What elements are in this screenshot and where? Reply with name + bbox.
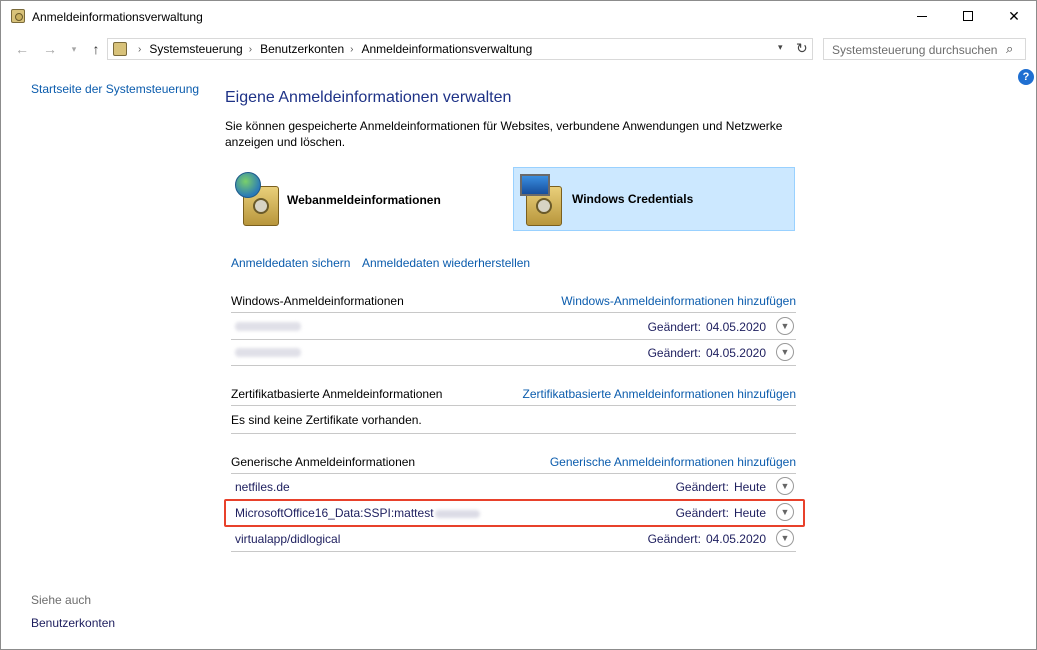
web-credentials-label: Webanmeldeinformationen xyxy=(287,193,441,207)
credential-row[interactable]: virtualapp/didlogical Geändert: 04.05.202… xyxy=(231,526,796,551)
breadcrumb-anmeldeinformationsverwaltung[interactable]: Anmeldeinformationsverwaltung xyxy=(361,42,532,56)
chevron-down-icon: ▾ xyxy=(71,43,77,54)
modified-label: Geändert: xyxy=(647,346,701,360)
user-accounts-link[interactable]: Benutzerkonten xyxy=(31,616,115,630)
chevron-down-icon[interactable]: ▼ xyxy=(776,477,794,495)
address-bar[interactable]: › Systemsteuerung › Benutzerkonten › Anm… xyxy=(107,38,813,60)
chevron-right-icon[interactable]: › xyxy=(249,44,252,55)
search-placeholder: Systemsteuerung durchsuchen xyxy=(832,43,998,57)
add-generic-credential-link[interactable]: Generische Anmeldeinformationen hinzufüg… xyxy=(550,455,796,469)
breadcrumb-systemsteuerung[interactable]: Systemsteuerung xyxy=(149,42,242,56)
minimize-icon xyxy=(917,15,927,17)
credential-name: netfiles.de xyxy=(235,480,290,494)
certificate-credentials-section: Zertifikatbasierte Anmeldeinformationen … xyxy=(231,383,797,434)
credential-row[interactable]: Geändert: 04.05.2020 ▼ xyxy=(231,314,796,339)
chevron-down-icon[interactable]: ▼ xyxy=(776,343,794,361)
modified-value: 04.05.2020 xyxy=(705,532,766,546)
back-button[interactable]: ← xyxy=(13,40,31,58)
credential-row[interactable]: MicrosoftOffice16_Data:SSPI:mattest Geän… xyxy=(231,500,796,525)
close-button[interactable]: ✕ xyxy=(991,1,1037,31)
backup-credentials-link[interactable]: Anmeldedaten sichern xyxy=(231,256,350,270)
modified-label: Geändert: xyxy=(675,506,729,520)
modified-value: Heute xyxy=(733,480,766,494)
chevron-right-icon[interactable]: › xyxy=(138,44,141,55)
credential-manager-icon xyxy=(11,9,25,23)
no-certificates-text: Es sind keine Zertifikate vorhanden. xyxy=(231,413,422,427)
title-bar: Anmeldeinformationsverwaltung ✕ xyxy=(1,1,1036,32)
refresh-icon[interactable]: ↻ xyxy=(796,40,808,57)
windows-credentials-tile[interactable]: Windows Credentials xyxy=(513,167,795,231)
add-certificate-credential-link[interactable]: Zertifikatbasierte Anmeldeinformationen … xyxy=(523,387,797,401)
search-input[interactable]: Systemsteuerung durchsuchen ⌕ xyxy=(823,38,1026,60)
modified-value: 04.05.2020 xyxy=(705,320,766,334)
left-pane: Startseite der Systemsteuerung Siehe auc… xyxy=(1,66,206,650)
address-dropdown-icon[interactable]: ▾ xyxy=(778,42,783,53)
search-icon[interactable]: ⌕ xyxy=(1006,41,1013,57)
breadcrumb: › Systemsteuerung › Benutzerkonten › Anm… xyxy=(132,42,532,56)
restore-credentials-link[interactable]: Anmeldedaten wiederherstellen xyxy=(362,256,530,270)
section-title: Windows-Anmeldeinformationen xyxy=(231,294,404,308)
windows-credentials-section: Windows-Anmeldeinformationen Windows-Anm… xyxy=(231,290,796,366)
windows-credentials-label: Windows Credentials xyxy=(572,192,694,206)
modified-label: Geändert: xyxy=(675,480,729,494)
web-credentials-tile[interactable]: Webanmeldeinformationen xyxy=(231,168,491,230)
help-icon[interactable]: ? xyxy=(1018,69,1034,85)
modified-label: Geändert: xyxy=(647,532,701,546)
chevron-down-icon[interactable]: ▼ xyxy=(776,503,794,521)
navigation-bar: ← → ▾ ↑ › Systemsteuerung › Benutzerkont… xyxy=(1,32,1036,66)
credential-row[interactable]: netfiles.de Geändert: Heute ▼ xyxy=(231,474,796,499)
page-title: Eigene Anmeldeinformationen verwalten xyxy=(225,89,512,106)
maximize-icon xyxy=(963,11,973,21)
maximize-button[interactable] xyxy=(945,1,991,31)
arrow-up-icon: ↑ xyxy=(92,41,100,57)
generic-credentials-section: Generische Anmeldeinformationen Generisc… xyxy=(231,451,796,552)
redacted-credential-name xyxy=(235,322,301,331)
breadcrumb-benutzerkonten[interactable]: Benutzerkonten xyxy=(260,42,344,56)
globe-icon xyxy=(235,172,261,198)
control-panel-home-link[interactable]: Startseite der Systemsteuerung xyxy=(31,82,199,96)
window-title: Anmeldeinformationsverwaltung xyxy=(32,10,203,24)
page-description: Sie können gespeicherte Anmeldeinformati… xyxy=(225,119,783,149)
arrow-right-icon: → xyxy=(43,41,57,57)
modified-value: 04.05.2020 xyxy=(705,346,766,360)
recent-locations-button[interactable]: ▾ xyxy=(65,40,83,58)
arrow-left-icon: ← xyxy=(15,41,29,57)
section-title: Generische Anmeldeinformationen xyxy=(231,455,416,469)
forward-button[interactable]: → xyxy=(41,40,59,58)
modified-label: Geändert: xyxy=(647,320,701,334)
credential-row[interactable]: Geändert: 04.05.2020 ▼ xyxy=(231,340,796,365)
chevron-right-icon[interactable]: › xyxy=(350,44,353,55)
monitor-icon xyxy=(520,174,550,196)
modified-value: Heute xyxy=(733,506,766,520)
section-title: Zertifikatbasierte Anmeldeinformationen xyxy=(231,387,443,401)
credential-manager-window: Anmeldeinformationsverwaltung ✕ ← → ▾ ↑ … xyxy=(0,0,1037,650)
redacted-credential-name xyxy=(235,348,301,357)
redacted-suffix xyxy=(434,509,480,518)
credential-name: virtualapp/didlogical xyxy=(235,532,341,546)
see-also-label: Siehe auch xyxy=(31,593,92,607)
add-windows-credential-link[interactable]: Windows-Anmeldeinformationen hinzufügen xyxy=(561,294,796,308)
close-icon: ✕ xyxy=(1008,7,1020,24)
credential-name: MicrosoftOffice16_Data:SSPI:mattest xyxy=(235,506,434,520)
up-button[interactable]: ↑ xyxy=(87,40,105,58)
chevron-down-icon[interactable]: ▼ xyxy=(776,317,794,335)
minimize-button[interactable] xyxy=(899,1,945,31)
control-panel-icon xyxy=(113,42,127,56)
chevron-down-icon[interactable]: ▼ xyxy=(776,529,794,547)
